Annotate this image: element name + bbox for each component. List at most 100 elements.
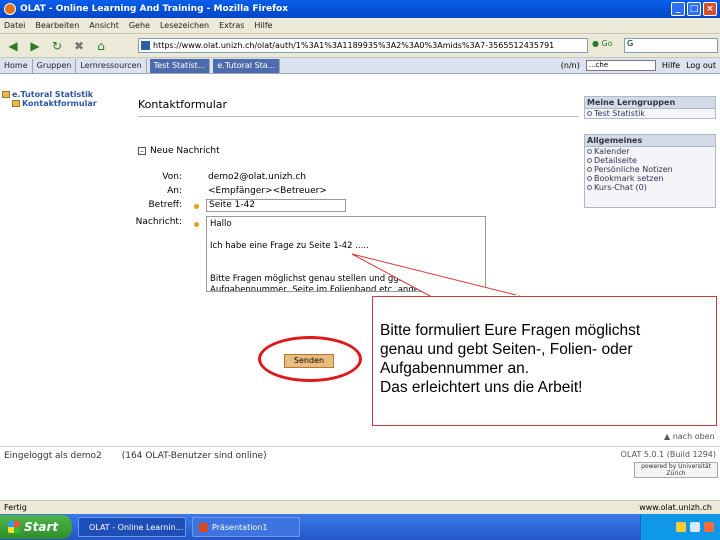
logout-link[interactable]: Log out [686, 61, 716, 70]
status-domain: www.olat.unizh.ch [639, 503, 712, 512]
close-button[interactable]: × [703, 2, 717, 16]
bullet-icon [587, 149, 592, 154]
to-label: An: [167, 186, 182, 196]
taskbar-item-firefox[interactable]: OLAT - Online Learnin... [78, 517, 186, 537]
navigation-toolbar: ◀ ▶ ↻ ✖ ⌂ https://www.olat.unizh.ch/olat… [0, 34, 720, 58]
help-link[interactable]: Hilfe [662, 61, 680, 70]
nav-contact-label: Kontaktformular [22, 99, 97, 108]
page-title: Kontaktformular [138, 98, 228, 111]
callout-line: Das erleichtert uns die Arbeit! [380, 379, 583, 396]
status-text: Fertig [4, 503, 27, 512]
powerpoint-icon [199, 522, 208, 532]
windows-flag-icon [8, 521, 20, 533]
menu-help[interactable]: Hilfe [254, 21, 272, 30]
windows-taskbar: Start OLAT - Online Learnin... Präsentat… [0, 514, 720, 540]
olat-version: OLAT 5.0.1 (Build 1294) [620, 450, 716, 459]
general-item-label: Detailseite [594, 156, 637, 165]
message-label: Nachricht: [135, 217, 182, 227]
bullet-icon [587, 185, 592, 190]
general-title: Allgemeines [585, 135, 715, 147]
general-box: Allgemeines Kalender Detailseite Persönl… [584, 134, 716, 208]
nav-course-root[interactable]: e.Tutoral Statistik [2, 90, 122, 99]
reload-icon[interactable]: ↻ [48, 37, 66, 55]
start-label: Start [24, 520, 59, 534]
general-item-label: Kurs-Chat (0) [594, 183, 647, 192]
menu-view[interactable]: Ansicht [89, 21, 119, 30]
browser-search-value: G [627, 39, 634, 48]
go-button[interactable]: ● Go [592, 39, 613, 48]
tab-etutoral-statistik[interactable]: e.Tutoral Sta... [213, 58, 281, 73]
course-navigation: e.Tutoral Statistik Kontaktformular [2, 90, 122, 108]
uzh-logo: powered by Universität Zürich [634, 462, 718, 478]
callout-line: genau und gebt Seiten-, Folien- oder [380, 341, 633, 358]
bullet-icon [587, 111, 592, 116]
general-item-label: Bookmark setzen [594, 174, 664, 183]
minimize-button[interactable]: _ [671, 2, 685, 16]
title-divider [138, 116, 578, 117]
to-value: <Empfänger><Betreuer> [208, 186, 327, 196]
menu-bookmarks[interactable]: Lesezeichen [160, 21, 209, 30]
print-link[interactable]: (n/n) [561, 61, 580, 70]
olat-footer: Eingeloggt als demo2 (164 OLAT-Benutzer … [0, 446, 720, 464]
from-label: Von: [162, 172, 182, 182]
users-online[interactable]: (164 OLAT-Benutzer sind online) [122, 451, 267, 461]
firefox-icon [4, 3, 16, 15]
my-groups-box: Meine Lerngruppen Test Statistik [584, 96, 716, 119]
general-item-bookmark[interactable]: Bookmark setzen [585, 174, 715, 183]
window-titlebar: OLAT - Online Learning And Training - Mo… [0, 0, 720, 18]
general-item-chat[interactable]: Kurs-Chat (0) [585, 183, 715, 192]
tab-groups[interactable]: Gruppen [33, 58, 77, 73]
section-toggle[interactable]: – Neue Nachricht [138, 146, 220, 156]
nav-course-label: e.Tutoral Statistik [12, 90, 94, 99]
tab-home[interactable]: Home [0, 58, 33, 73]
menubar: Datei Bearbeiten Ansicht Gehe Lesezeiche… [0, 18, 720, 34]
tray-icon[interactable] [690, 522, 700, 532]
tray-icon[interactable] [704, 522, 714, 532]
callout-line: Aufgabennummer an. [380, 360, 530, 377]
nav-contact-form[interactable]: Kontaktformular [12, 99, 122, 108]
start-button[interactable]: Start [0, 515, 72, 539]
browser-search-input[interactable]: G [624, 38, 718, 53]
callout-line: Bitte formuliert Eure Fragen möglichst [380, 322, 641, 339]
forward-arrow-icon[interactable]: ▶ [26, 37, 44, 55]
subject-label: Betreff: [148, 200, 182, 210]
tab-resources[interactable]: Lernressourcen [76, 58, 147, 73]
menu-file[interactable]: Datei [4, 21, 25, 30]
back-to-top-link[interactable]: ▲ nach oben [664, 432, 715, 441]
menu-tools[interactable]: Extras [219, 21, 244, 30]
login-status: Eingeloggt als demo2 [4, 450, 102, 461]
maximize-button[interactable]: □ [687, 2, 701, 16]
browser-statusbar: Fertig www.olat.unizh.ch [0, 500, 720, 514]
olat-search-input[interactable]: ...che [585, 60, 656, 71]
tray-icon[interactable] [676, 522, 686, 532]
url-text: https://www.olat.unizh.ch/olat/auth/1%3A… [153, 41, 555, 50]
go-label: Go [601, 39, 613, 48]
favicon-icon [141, 41, 150, 50]
home-icon[interactable]: ⌂ [92, 37, 110, 55]
window-title: OLAT - Online Learning And Training - Mo… [20, 4, 289, 14]
my-groups-title: Meine Lerngruppen [585, 97, 715, 109]
taskbar-item-label: OLAT - Online Learnin... [89, 522, 184, 532]
collapse-icon: – [138, 147, 146, 155]
tab-test-statistik[interactable]: Test Statist... [149, 58, 211, 73]
from-value: demo2@olat.unizh.ch [208, 172, 307, 182]
back-arrow-icon[interactable]: ◀ [4, 37, 22, 55]
stop-icon[interactable]: ✖ [70, 37, 88, 55]
general-item-notes[interactable]: Persönliche Notizen [585, 165, 715, 174]
bullet-icon [587, 176, 592, 181]
group-item[interactable]: Test Statistik [585, 109, 715, 118]
subject-input[interactable]: Seite 1-42 [206, 199, 346, 212]
message-textarea[interactable]: Hallo Ich habe eine Frage zu Seite 1-42 … [206, 216, 486, 292]
required-icon [194, 204, 199, 209]
general-item-label: Persönliche Notizen [594, 165, 673, 174]
menu-go[interactable]: Gehe [129, 21, 150, 30]
submit-button[interactable]: Senden [284, 354, 334, 368]
olat-main-tabs: Home Gruppen Lernressourcen Test Statist… [0, 58, 720, 74]
menu-edit[interactable]: Bearbeiten [35, 21, 79, 30]
required-icon [194, 222, 199, 227]
url-bar[interactable]: https://www.olat.unizh.ch/olat/auth/1%3A… [138, 38, 588, 53]
taskbar-item-label: Präsentation1 [212, 522, 268, 532]
general-item-calendar[interactable]: Kalender [585, 147, 715, 156]
general-item-details[interactable]: Detailseite [585, 156, 715, 165]
taskbar-item-powerpoint[interactable]: Präsentation1 [192, 517, 300, 537]
